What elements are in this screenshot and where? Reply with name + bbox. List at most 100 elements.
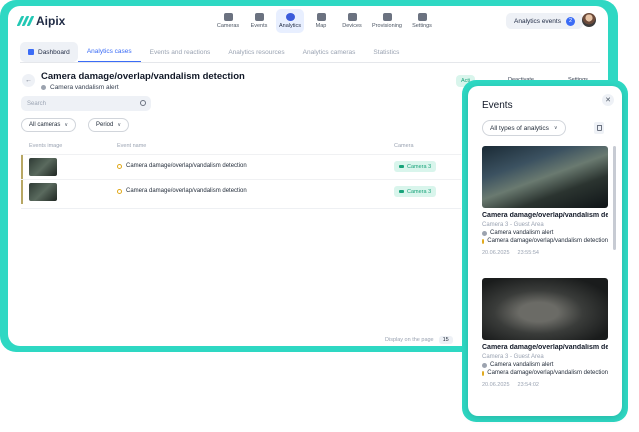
nav-cameras[interactable]: Cameras [214,9,242,33]
page-size-value[interactable]: 15 [438,336,453,344]
event-card-title: Camera damage/overlap/vandalism detectio… [482,212,608,219]
event-card-type: Camera damage/overlap/vandalism detectio… [482,370,608,376]
camera-icon [223,13,233,21]
delete-button[interactable] [594,122,604,134]
camera-badge-text: Camera 3 [407,163,432,170]
camera-icon [399,164,404,169]
event-thumbnail[interactable] [29,158,57,176]
analytics-type-filter[interactable]: All types of analytics ∨ [482,120,566,136]
alert-dot-icon [117,188,122,194]
tab-bar: Dashboard Analytics cases Events and rea… [20,42,408,62]
tab-analytics-cameras[interactable]: Analytics cameras [294,42,365,62]
event-image[interactable] [482,146,608,208]
event-image[interactable] [482,278,608,340]
camera-badge[interactable]: Camera 3 [394,186,437,197]
nav-label: Analytics [278,23,301,29]
main-nav: Cameras Events Analytics Map Devices Pro… [214,9,439,33]
tab-statistics[interactable]: Statistics [364,42,408,62]
event-card[interactable]: Camera damage/overlap/vandalism detectio… [482,278,608,388]
chevron-down-icon: ∨ [117,122,122,128]
search-placeholder: Search [27,100,47,107]
analytics-events-button[interactable]: Analytics events 2 [506,13,583,29]
logo-text: Aipix [36,14,66,28]
logo-mark-icon [16,16,35,26]
search-input[interactable]: Search [21,96,151,111]
subtitle-text: Camera vandalism alert [50,84,119,91]
provisioning-icon [382,13,392,21]
tab-dashboard[interactable]: Dashboard [20,42,78,62]
tab-analytics-resources[interactable]: Analytics resources [219,42,293,62]
camera-badge[interactable]: Camera 3 [394,161,437,172]
event-card-camera: Camera 3 - Guest Area [482,354,544,360]
nav-devices[interactable]: Devices [338,9,366,33]
close-button[interactable]: ✕ [602,94,614,106]
filter-label: All cameras [29,122,61,128]
row-marker [21,180,23,204]
table-bottom-divider [21,208,461,209]
events-icon [254,13,264,21]
page-title: Camera damage/overlap/vandalism detectio… [41,71,245,82]
chevron-down-icon: ∨ [553,125,558,131]
event-thumbnail[interactable] [29,183,57,201]
period-filter[interactable]: Period ∨ [88,118,130,132]
map-pin-icon [316,13,326,21]
column-header: Events image [29,143,63,149]
alert-text: Camera vandalism alert [490,230,554,236]
trash-icon [596,125,602,131]
nav-label: Map [315,23,327,29]
logo[interactable]: Aipix [16,14,66,28]
panel-scrollbar[interactable] [613,146,616,250]
chevron-down-icon: ∨ [64,122,69,128]
back-button[interactable]: ← [22,74,35,87]
event-card-timestamp: 20.06.2025 23:55:54 [482,250,608,256]
nav-events[interactable]: Events [245,9,273,33]
tab-events-and-reactions[interactable]: Events and reactions [141,42,220,62]
event-card-title: Camera damage/overlap/vandalism detectio… [482,344,608,351]
event-date: 20.06.2025 [482,250,510,256]
table-row[interactable]: Camera damage/overlap/vandalism detectio… [21,154,461,179]
devices-icon [347,13,357,21]
event-card-alert: Camera vandalism alert [482,362,608,368]
analytics-events-count-badge: 2 [565,16,575,26]
camera-icon [399,189,404,194]
event-card-timestamp: 20.06.2025 23:54:02 [482,382,608,388]
filter-label: All types of analytics [490,124,549,132]
close-icon: ✕ [605,97,611,104]
event-card-camera: Camera 3 - Guest Area [482,222,544,228]
avatar[interactable] [582,13,596,27]
nav-settings[interactable]: Settings [408,9,436,33]
event-name-text: Camera damage/overlap/vandalism detectio… [126,163,247,169]
events-panel-title: Events [482,100,513,111]
alert-dot-icon [117,163,122,169]
type-text: Camera damage/overlap/vandalism detectio… [487,370,608,376]
alert-dot-icon [482,370,485,376]
table-header: Events image Event name Camera [21,140,461,154]
table-row[interactable]: Camera damage/overlap/vandalism detectio… [21,179,461,204]
nav-label: Devices [342,23,362,29]
nav-label: Events [250,23,268,29]
nav-analytics[interactable]: Analytics [276,9,304,33]
page-subtitle: Camera vandalism alert [41,84,119,91]
gear-icon [417,13,427,21]
type-text: Camera damage/overlap/vandalism detectio… [487,238,608,244]
events-panel: Events ✕ All types of analytics ∨ Camera … [468,86,622,416]
nav-provisioning[interactable]: Provisioning [369,9,405,33]
event-name: Camera damage/overlap/vandalism detectio… [117,163,247,169]
column-header: Event name [117,143,147,149]
arrow-left-icon: ← [25,77,32,84]
tab-analytics-cases[interactable]: Analytics cases [77,42,141,62]
search-icon [140,100,146,106]
analytics-icon [285,13,295,21]
tab-label: Dashboard [38,48,70,56]
page-size-selector[interactable]: Display on the page 15 [385,336,453,344]
nav-label: Cameras [216,23,240,29]
status-dot-icon [482,230,487,236]
nav-map[interactable]: Map [307,9,335,33]
row-marker [21,155,23,179]
cameras-filter[interactable]: All cameras ∨ [21,118,77,132]
event-card[interactable]: Camera damage/overlap/vandalism detectio… [482,146,608,256]
event-date: 20.06.2025 [482,382,510,388]
analytics-events-label: Analytics events [514,17,561,25]
event-name-text: Camera damage/overlap/vandalism detectio… [126,188,247,194]
page-size-label: Display on the page [385,337,434,343]
